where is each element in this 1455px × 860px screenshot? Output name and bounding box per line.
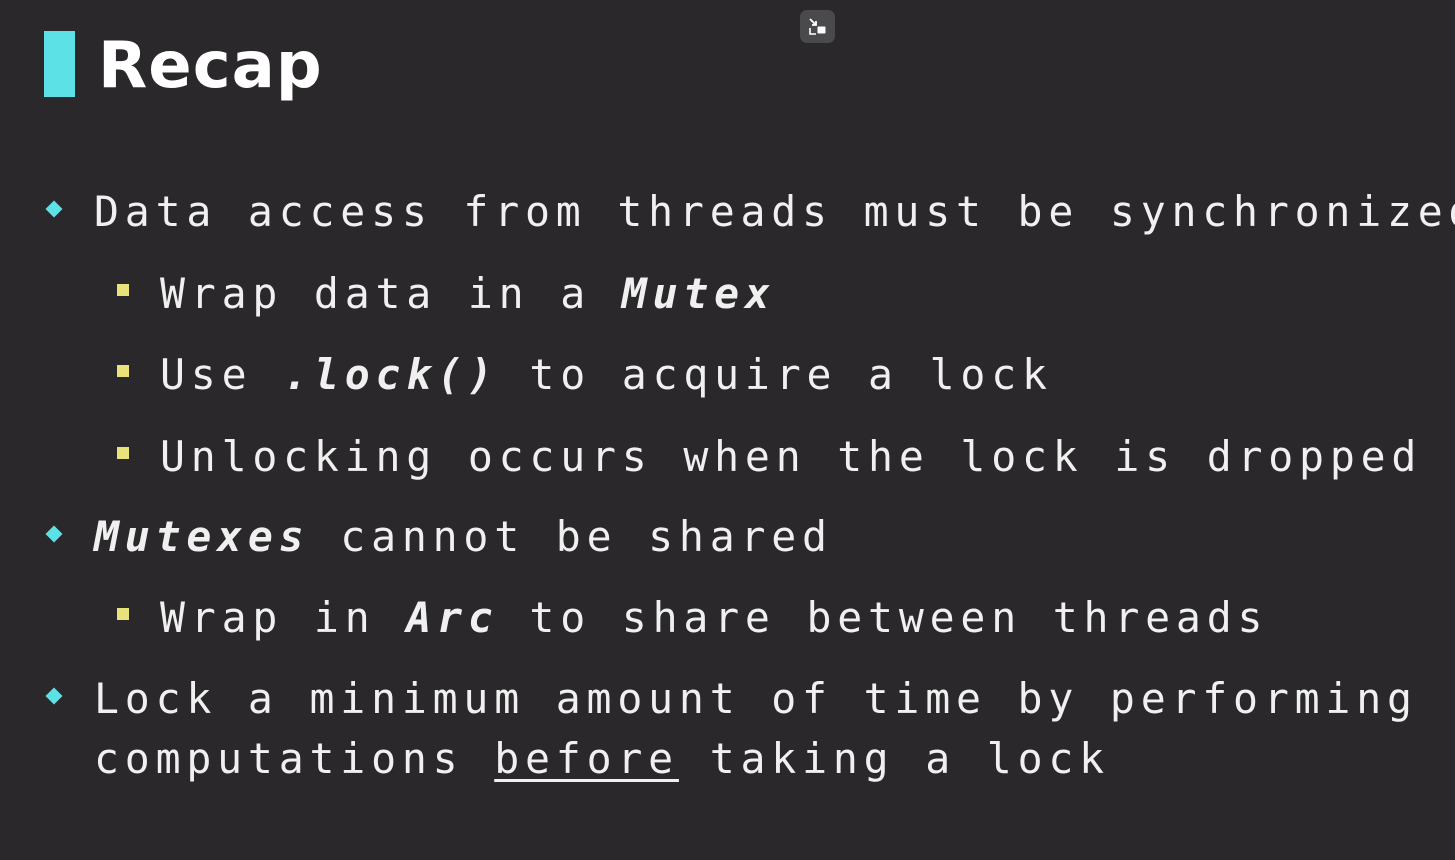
bullet-item-continuation: computations before taking a lock [94,729,1110,789]
emphasis-arc: Arc [406,593,499,642]
sub-bullet-marker-square [117,608,129,620]
bullet-text: Data access from threads must be synchro… [94,187,1455,236]
emphasis-mutex: Mutex [621,269,776,318]
bullet-marker-diamond [45,525,63,543]
bullet-item: Data access from threads must be synchro… [94,182,1455,242]
sub-bullet-marker-square [117,447,129,459]
sub-bullet-text: Wrap data in a [160,269,622,318]
sub-bullet-text: Use [160,350,284,399]
sub-bullet-item: Use .lock() to acquire a lock [160,345,1053,405]
underlined-before: before [494,734,679,783]
bullet-item: Mutexes cannot be shared [94,507,833,567]
slide-title: Recap [98,29,323,103]
sub-bullet-marker-square [117,365,129,377]
emphasis-mutexes: Mutexes [94,512,310,561]
title-accent-bar [44,31,75,97]
bullet-text: cannot be shared [309,512,833,561]
sub-bullet-item: Wrap data in a Mutex [160,264,776,324]
sub-bullet-text: to acquire a lock [498,350,1053,399]
sub-bullet-marker-square [117,284,129,296]
bullet-text: taking a lock [678,734,1110,783]
sub-bullet-text: to share between threads [498,593,1269,642]
sub-bullet-text: Wrap in [160,593,407,642]
bullet-text: Lock a minimum amount of time by perform… [94,674,1418,723]
sub-bullet-text: Unlocking occurs when the lock is droppe… [160,432,1423,481]
sub-bullet-item: Unlocking occurs when the lock is droppe… [160,427,1422,487]
exit-fullscreen-icon [809,18,826,35]
bullet-marker-diamond [45,200,63,218]
bullet-text: computations [94,734,495,783]
emphasis-lock-call: .lock() [283,350,499,399]
exit-fullscreen-button[interactable] [800,10,835,43]
sub-bullet-item: Wrap in Arc to share between threads [160,588,1268,648]
bullet-marker-diamond [45,687,63,705]
bullet-item: Lock a minimum amount of time by perform… [94,669,1418,729]
slide: Recap Data access from threads must be s… [0,0,1455,860]
